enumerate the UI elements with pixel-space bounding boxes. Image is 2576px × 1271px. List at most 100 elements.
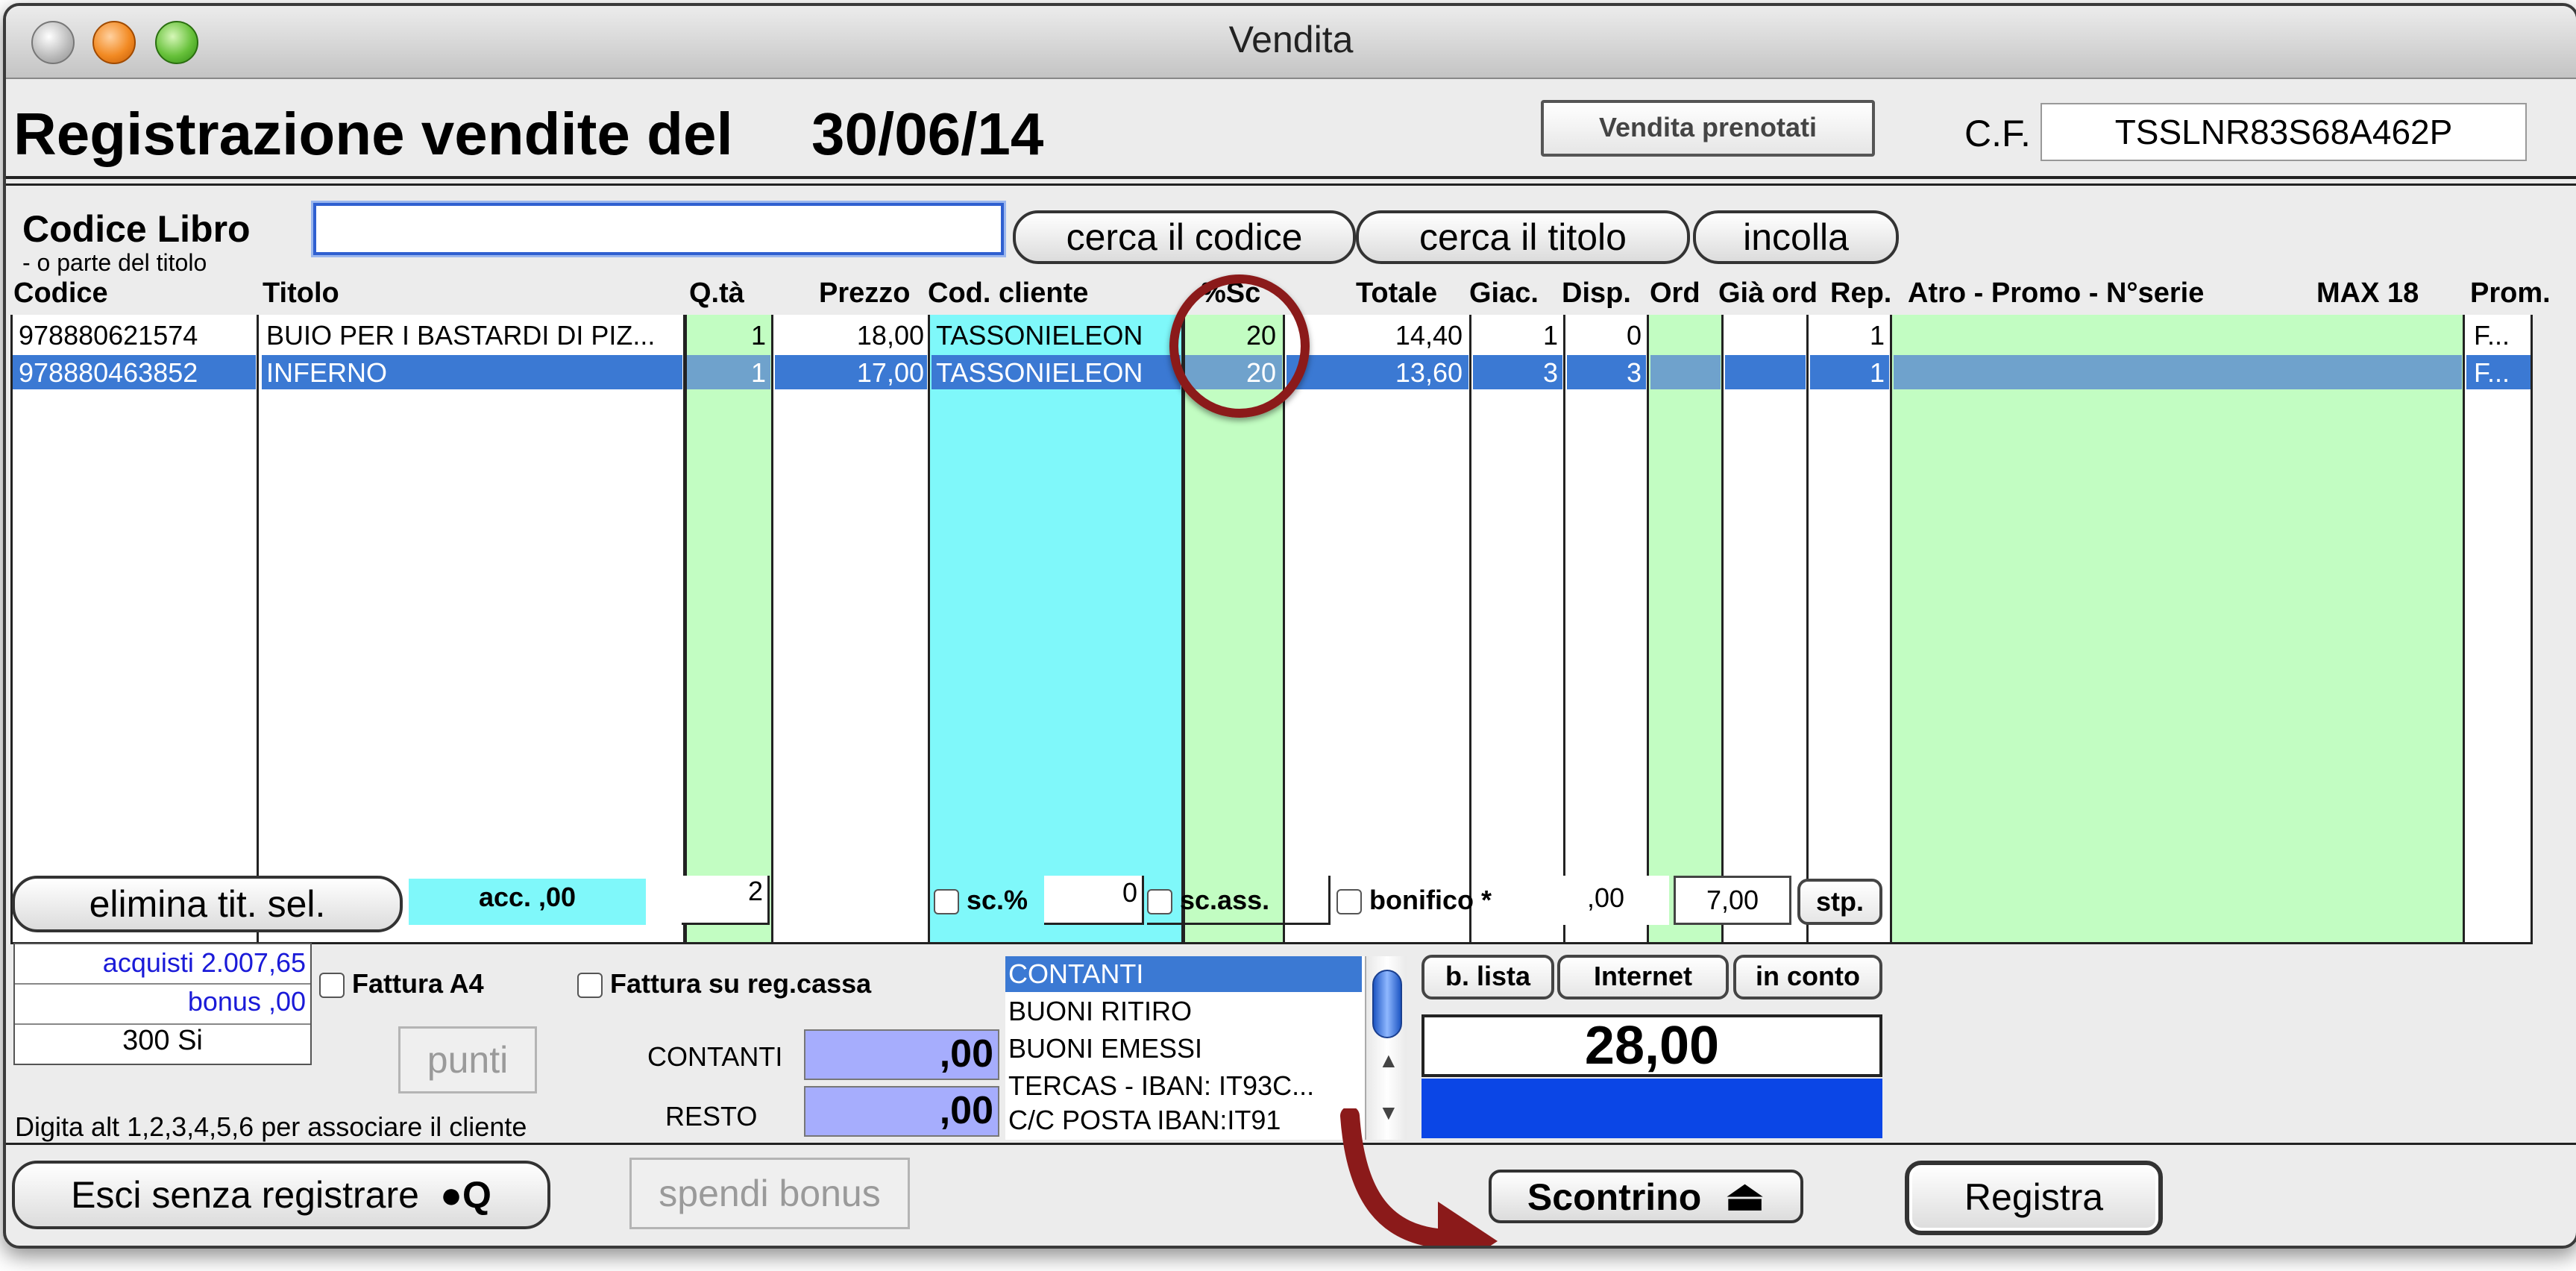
bonifico-field[interactable]: ,00 — [1542, 876, 1669, 925]
scroll-up-arrow-icon[interactable]: ▲ — [1378, 1049, 1399, 1073]
codice-libro-label: Codice Libro — [22, 208, 251, 250]
window-title: Vendita — [1228, 19, 1354, 60]
row-highlight — [1894, 355, 2462, 389]
esci-shortcut: Q — [462, 1174, 491, 1216]
elimina-titolo-button[interactable]: elimina tit. sel. — [12, 876, 403, 932]
col-codice — [13, 315, 259, 942]
cerca-codice-button[interactable]: cerca il codice — [1013, 210, 1356, 264]
col-header-totale[interactable]: Totale — [1356, 277, 1437, 310]
vendita-prenotati-button[interactable]: Vendita prenotati — [1541, 100, 1875, 157]
spese-field[interactable]: 7,00 — [1674, 876, 1791, 925]
esci-senza-registrare-button[interactable]: Esci senza registrare ●Q — [12, 1161, 550, 1229]
col-totale — [1285, 315, 1471, 942]
bonifico-checkbox[interactable]: bonifico * — [1336, 885, 1492, 916]
col-header-qta[interactable]: Q.tà — [689, 277, 744, 310]
col-header-prom[interactable]: Prom. — [2470, 277, 2551, 310]
col-atro-promo — [1892, 315, 2465, 942]
cell-titolo: INFERNO — [266, 357, 387, 388]
col-header-rep[interactable]: Rep. — [1830, 277, 1891, 310]
acc-value: acc. ,00 — [478, 882, 577, 912]
col-header-max18[interactable]: MAX 18 — [2316, 277, 2419, 310]
apple-command-icon: ● — [439, 1174, 463, 1216]
sc-ass-field-border — [1147, 876, 1331, 925]
payment-method-label: CONTANTI — [1008, 958, 1144, 989]
col-ord — [1649, 315, 1724, 942]
payment-method-item[interactable]: BUONI EMESSI — [1008, 1031, 1202, 1067]
col-disp — [1565, 315, 1649, 942]
payment-method-item[interactable]: C/C POSTA IBAN:IT91 — [1008, 1102, 1281, 1138]
fattura-reg-label: Fattura su reg.cassa — [610, 968, 872, 999]
b-lista-button[interactable]: b. lista — [1421, 955, 1554, 999]
payment-method-label: C/C POSTA IBAN:IT91 — [1008, 1105, 1281, 1135]
col-header-ord[interactable]: Ord — [1650, 277, 1700, 310]
contanti-value: ,00 — [939, 1032, 993, 1076]
codice-libro-sublabel: - o parte del titolo — [22, 249, 207, 276]
total-field: 28,00 — [1421, 1014, 1882, 1077]
contanti-field[interactable]: ,00 — [804, 1029, 999, 1080]
sc-perc-field[interactable]: 0 — [1044, 876, 1144, 925]
col-titolo — [259, 315, 685, 942]
payment-method-label: TERCAS - IBAN: IT93C... — [1008, 1070, 1315, 1101]
col-rep — [1809, 315, 1892, 942]
title-bar: Vendita — [6, 6, 2576, 79]
registra-button[interactable]: Registra — [1905, 1161, 2163, 1235]
cell-prom: F... — [2474, 320, 2510, 351]
bonifico-value: ,00 — [1586, 882, 1625, 913]
cell-qta: 1 — [750, 320, 766, 351]
in-conto-button[interactable]: in conto — [1733, 955, 1882, 999]
cell-disp: 0 — [1626, 320, 1642, 351]
annotation-arrow-shaft — [1340, 1108, 1455, 1246]
eject-key-icon: ⏏ — [1725, 1172, 1765, 1219]
cell-prezzo: 17,00 — [856, 357, 924, 388]
annotation-arrow-head — [1438, 1202, 1498, 1246]
internet-button[interactable]: Internet — [1557, 955, 1729, 999]
sc-perc-checkbox[interactable]: sc.% — [934, 885, 1028, 916]
qty-total-value: 2 — [747, 876, 763, 906]
cf-value: TSSLNR83S68A462P — [2114, 113, 2453, 151]
acc-field: acc. ,00 — [409, 879, 646, 925]
checkbox-icon — [577, 973, 603, 999]
spendi-bonus-button[interactable]: spendi bonus — [629, 1158, 910, 1229]
esci-label: Esci senza registrare — [71, 1174, 419, 1216]
cell-cod-cliente: TASSONIELEON — [936, 357, 1143, 388]
checkbox-icon — [319, 973, 345, 999]
fattura-reg-checkbox[interactable]: Fattura su reg.cassa — [577, 968, 871, 999]
cerca-titolo-button[interactable]: cerca il titolo — [1356, 210, 1690, 264]
scontrino-button[interactable]: Scontrino ⏏ — [1489, 1170, 1803, 1223]
cf-field[interactable]: TSSLNR83S68A462P — [2041, 103, 2527, 161]
cell-totale: 14,40 — [1395, 320, 1463, 351]
cell-cod-cliente: TASSONIELEON — [936, 320, 1143, 351]
header-divider-2 — [6, 183, 2576, 186]
contanti-label: CONTANTI — [647, 1041, 783, 1072]
col-cod-cliente — [930, 315, 1184, 942]
sc-highlight-circle — [1169, 274, 1310, 418]
col-gia-ord — [1724, 315, 1809, 942]
col-header-disp[interactable]: Disp. — [1562, 277, 1631, 310]
acquisti-text: acquisti 2.007,65 — [102, 947, 306, 978]
scontrino-label: Scontrino — [1527, 1176, 1702, 1218]
sc-perc-value: 0 — [1122, 877, 1137, 908]
col-prezzo — [773, 315, 930, 942]
col-header-codice[interactable]: Codice — [13, 277, 108, 310]
fattura-a4-checkbox[interactable]: Fattura A4 — [319, 968, 484, 999]
col-qta — [685, 315, 773, 942]
cell-prezzo: 18,00 — [856, 320, 924, 351]
col-header-prezzo[interactable]: Prezzo — [819, 277, 910, 310]
col-header-giac[interactable]: Giac. — [1469, 277, 1539, 310]
cell-rep: 1 — [1869, 320, 1885, 351]
fattura-a4-label: Fattura A4 — [352, 968, 484, 999]
scrollbar-thumb[interactable] — [1372, 970, 1402, 1038]
stp-button[interactable]: stp. — [1797, 879, 1882, 925]
col-header-cod-cliente[interactable]: Cod. cliente — [928, 277, 1088, 310]
resto-field: ,00 — [804, 1086, 999, 1137]
col-header-titolo[interactable]: Titolo — [263, 277, 339, 310]
codice-libro-input[interactable] — [313, 203, 1004, 255]
col-header-gia-ord[interactable]: Già ord — [1718, 277, 1818, 310]
col-header-atro-promo[interactable]: Atro - Promo - N°serie — [1908, 277, 2204, 310]
payment-method-item[interactable]: TERCAS - IBAN: IT93C... — [1008, 1068, 1314, 1104]
punti-button[interactable]: punti — [398, 1026, 537, 1093]
payment-method-item-selected[interactable]: CONTANTI — [1005, 956, 1362, 992]
sale-date: 30/06/14 — [811, 101, 1044, 167]
payment-method-item[interactable]: BUONI RITIRO — [1008, 994, 1192, 1029]
incolla-button[interactable]: incolla — [1693, 210, 1899, 264]
